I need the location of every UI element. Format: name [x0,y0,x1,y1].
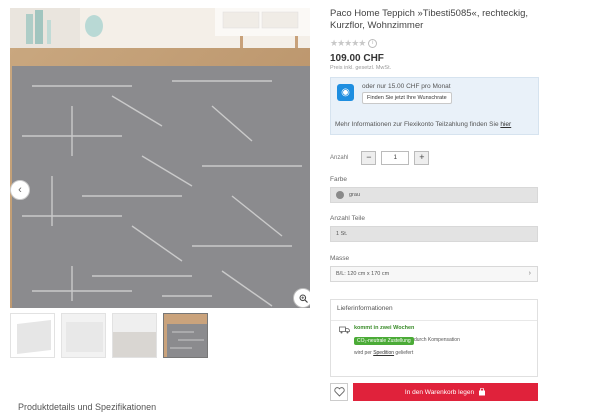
spedition-link[interactable]: Spedition [373,350,394,356]
thumbnail-image [164,314,207,357]
financing-more-text: Mehr Informationen zur Flexikonto Teilza… [335,121,501,128]
cart-icon [479,388,486,396]
size-dropdown[interactable]: B/L: 120 cm x 170 cm › [330,266,538,282]
thumbnail-image [113,314,156,357]
truck-icon [339,326,350,334]
quantity-row: Anzahl − 1 + [330,151,430,165]
zoom-button[interactable] [293,288,310,308]
delivery-time: kommt in zwei Wochen [354,325,415,331]
quantity-increase-button[interactable]: + [414,151,430,165]
delivery-method: wird per Spedition geliefert [354,350,413,356]
financing-more-link[interactable]: hier [500,121,511,128]
info-icon[interactable]: i [368,39,378,48]
thumbnail-3[interactable] [112,313,157,358]
thumbnail-image [11,314,54,357]
size-label: Masse [330,255,350,262]
rating-stars-icon: ★★★★★ [330,38,366,48]
wishlist-button[interactable] [330,383,348,401]
delivery-heading: Lieferinformationen [331,300,537,321]
chevron-right-icon: › [528,270,531,277]
find-rate-button[interactable]: Finden Sie jetzt Ihre Wunschrate [362,92,452,104]
pieces-selector[interactable]: 1 St. [330,226,538,242]
heart-icon [333,387,345,397]
financing-box: ◉ oder nur 15.00 CHF pro Monat Finden Si… [330,77,539,135]
quantity-input[interactable]: 1 [381,151,410,165]
thumbnail-strip [10,313,208,358]
thumbnail-2[interactable] [61,313,106,358]
product-info-panel: Paco Home Teppich »Tibesti5085«, rechtec… [330,8,539,401]
product-title: Paco Home Teppich »Tibesti5085«, rechtec… [330,8,529,31]
rug-image [12,66,310,308]
price-note: Preis inkl. gesetzl. MwSt. [330,65,392,71]
quantity-decrease-button[interactable]: − [361,151,377,165]
color-selector[interactable]: grau [330,187,538,203]
add-to-cart-label: In den Warenkorb legen [404,388,475,396]
size-value: B/L: 120 cm x 170 cm [336,271,390,277]
delivery-method-suffix: geliefert [394,350,414,356]
thumbnail-image [62,314,105,357]
color-label: Farbe [330,176,347,183]
co2-compensation-text: durch Kompensation [414,337,460,343]
zoom-icon [299,294,308,303]
product-image-gallery[interactable]: ‹ [10,8,310,308]
quantity-label: Anzahl [330,155,349,161]
product-details-heading: Produktdetails und Spezifikationen [18,402,157,412]
product-price: 109.00 CHF [330,53,384,64]
main-product-image[interactable] [10,8,310,308]
color-swatch-icon [336,191,344,199]
gallery-prev-button[interactable]: ‹ [10,180,30,200]
flexikonto-icon: ◉ [337,84,354,101]
co2-badge: CO₂-neutrale Zustellung [354,337,414,345]
thumbnail-1[interactable] [10,313,55,358]
delivery-info-box: Lieferinformationen kommt in zwei Wochen… [330,299,538,377]
color-value: grau [349,192,361,198]
financing-more-info: Mehr Informationen zur Flexikonto Teilza… [335,121,511,128]
pieces-value: 1 St. [336,231,348,237]
rating[interactable]: ★★★★★ i [330,38,539,49]
financing-monthly-text: oder nur 15.00 CHF pro Monat [362,83,451,90]
add-to-cart-button[interactable]: In den Warenkorb legen [353,383,538,401]
thumbnail-4[interactable] [163,313,208,358]
pieces-label: Anzahl Teile [330,215,365,222]
delivery-method-prefix: wird per [354,350,374,356]
